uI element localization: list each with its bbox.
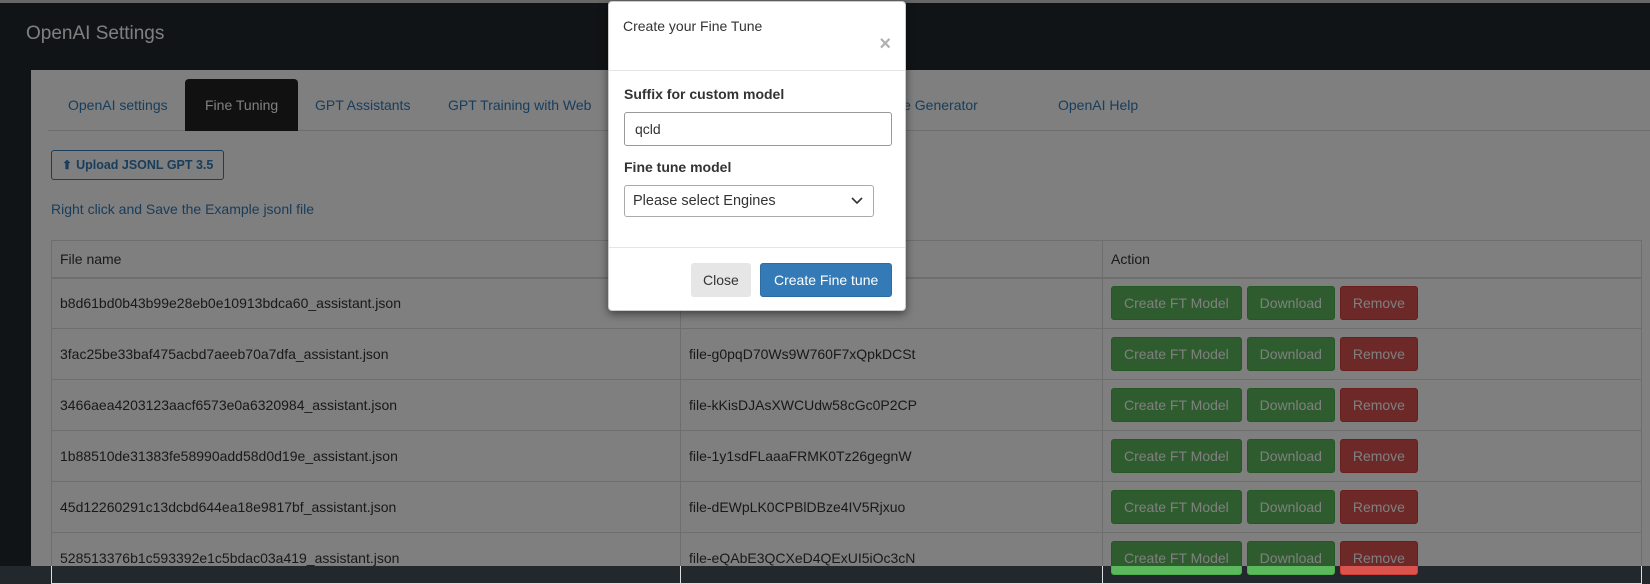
suffix-input[interactable]: qcld: [624, 112, 892, 146]
modal-footer-divider: [609, 247, 905, 248]
suffix-label: Suffix for custom model: [624, 86, 785, 102]
engine-select-value: Please select Engines: [633, 193, 776, 209]
chevron-down-icon: [851, 186, 863, 227]
create-fine-tune-button[interactable]: Create Fine tune: [760, 263, 893, 297]
modal-title: Create your Fine Tune: [623, 18, 763, 34]
modal-divider: [609, 70, 905, 71]
model-label: Fine tune model: [624, 159, 732, 175]
close-button[interactable]: Close: [691, 263, 751, 297]
close-icon[interactable]: ×: [879, 34, 891, 54]
fine-tune-modal: Create your Fine Tune × Suffix for custo…: [608, 1, 906, 311]
engine-select[interactable]: Please select Engines: [624, 185, 874, 217]
